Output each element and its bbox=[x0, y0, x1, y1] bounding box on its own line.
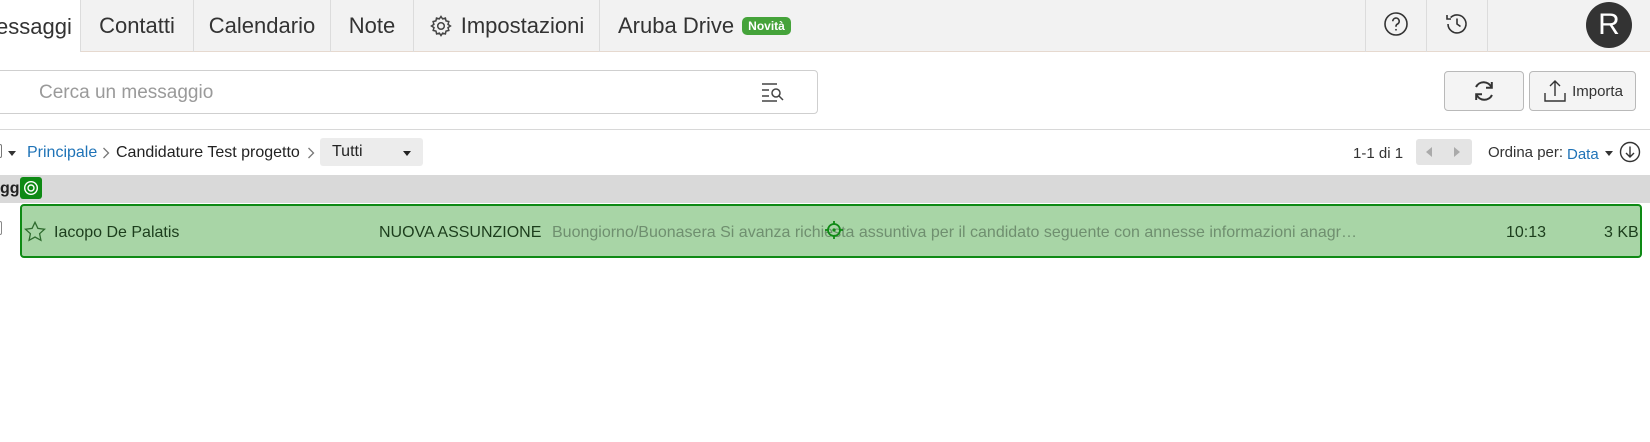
new-badge: Novità bbox=[742, 17, 791, 35]
tab-label: essaggi bbox=[0, 13, 72, 39]
upload-icon bbox=[1542, 78, 1568, 104]
toolbar-divider bbox=[0, 129, 1650, 130]
sort-label: Ordina per: bbox=[1488, 144, 1564, 161]
message-time: 10:13 bbox=[1506, 224, 1547, 241]
tab-label: Aruba Drive bbox=[618, 13, 735, 38]
breadcrumb-folder: Candidature Test progetto bbox=[116, 144, 300, 161]
import-label: Importa bbox=[1572, 82, 1623, 100]
top-navigation: essaggi Contatti Calendario Note Imposta… bbox=[0, 0, 1650, 53]
sort-caret-icon[interactable] bbox=[1605, 151, 1613, 156]
gear-icon bbox=[429, 14, 453, 38]
tab-aruba-drive[interactable]: Aruba Drive Novità bbox=[618, 0, 808, 52]
sort-direction-icon[interactable] bbox=[1619, 141, 1641, 168]
sort-value[interactable]: Data bbox=[1567, 146, 1599, 164]
prev-page-icon[interactable] bbox=[1426, 147, 1432, 157]
list-header-label: gg bbox=[0, 180, 20, 197]
table-row[interactable]: Iacopo De Palatis NUOVA ASSUNZIONE Buong… bbox=[20, 204, 1642, 258]
advanced-search-icon[interactable] bbox=[761, 81, 785, 108]
list-header: gg bbox=[0, 175, 1650, 203]
tab-label: Calendario bbox=[208, 13, 316, 38]
click-target-icon bbox=[825, 221, 843, 244]
select-all-checkbox[interactable] bbox=[0, 144, 2, 158]
search-box bbox=[0, 70, 818, 114]
message-size: 3 KB bbox=[1604, 224, 1639, 241]
tab-divider bbox=[1487, 0, 1488, 52]
message-preview: Buongiorno/Buonasera Si avanza richiesta… bbox=[552, 224, 1357, 241]
refresh-button[interactable] bbox=[1444, 71, 1524, 111]
avatar[interactable]: R bbox=[1586, 2, 1632, 48]
history-icon bbox=[1443, 10, 1471, 43]
search-input[interactable] bbox=[37, 79, 741, 107]
next-page-icon[interactable] bbox=[1454, 147, 1460, 157]
avatar-initial: R bbox=[1598, 8, 1620, 41]
filter-dropdown[interactable]: Tutti bbox=[320, 138, 423, 166]
tab-note[interactable]: Note bbox=[331, 0, 413, 52]
tab-messaggi[interactable]: essaggi bbox=[0, 0, 80, 53]
pager-nav bbox=[1416, 139, 1472, 165]
target-marker-icon bbox=[20, 177, 42, 199]
tab-divider bbox=[599, 0, 600, 52]
select-dropdown-caret-icon[interactable] bbox=[8, 151, 16, 156]
filter-value: Tutti bbox=[332, 143, 363, 160]
refresh-icon bbox=[1471, 78, 1497, 104]
breadcrumb-chevron-icon bbox=[102, 146, 110, 164]
message-sender: Iacopo De Palatis bbox=[54, 224, 180, 241]
history-button[interactable] bbox=[1427, 0, 1487, 52]
breadcrumb-chevron-icon bbox=[307, 146, 315, 164]
tab-impostazioni[interactable]: Impostazioni bbox=[414, 0, 599, 52]
pagination-range: 1-1 di 1 bbox=[1353, 145, 1404, 162]
tab-contatti[interactable]: Contatti bbox=[81, 0, 193, 52]
help-icon bbox=[1383, 11, 1409, 42]
row-checkbox[interactable] bbox=[0, 221, 2, 235]
tab-label: Contatti bbox=[99, 13, 175, 38]
breadcrumb-root[interactable]: Principale bbox=[27, 144, 97, 162]
import-button[interactable]: Importa bbox=[1529, 71, 1636, 111]
tab-label: Note bbox=[348, 13, 396, 38]
tab-label: Impostazioni bbox=[460, 13, 585, 38]
star-icon[interactable] bbox=[24, 220, 46, 247]
message-subject: NUOVA ASSUNZIONE bbox=[379, 224, 542, 241]
chevron-down-icon bbox=[403, 151, 411, 156]
tab-calendario[interactable]: Calendario bbox=[194, 0, 330, 52]
help-button[interactable] bbox=[1366, 0, 1426, 52]
